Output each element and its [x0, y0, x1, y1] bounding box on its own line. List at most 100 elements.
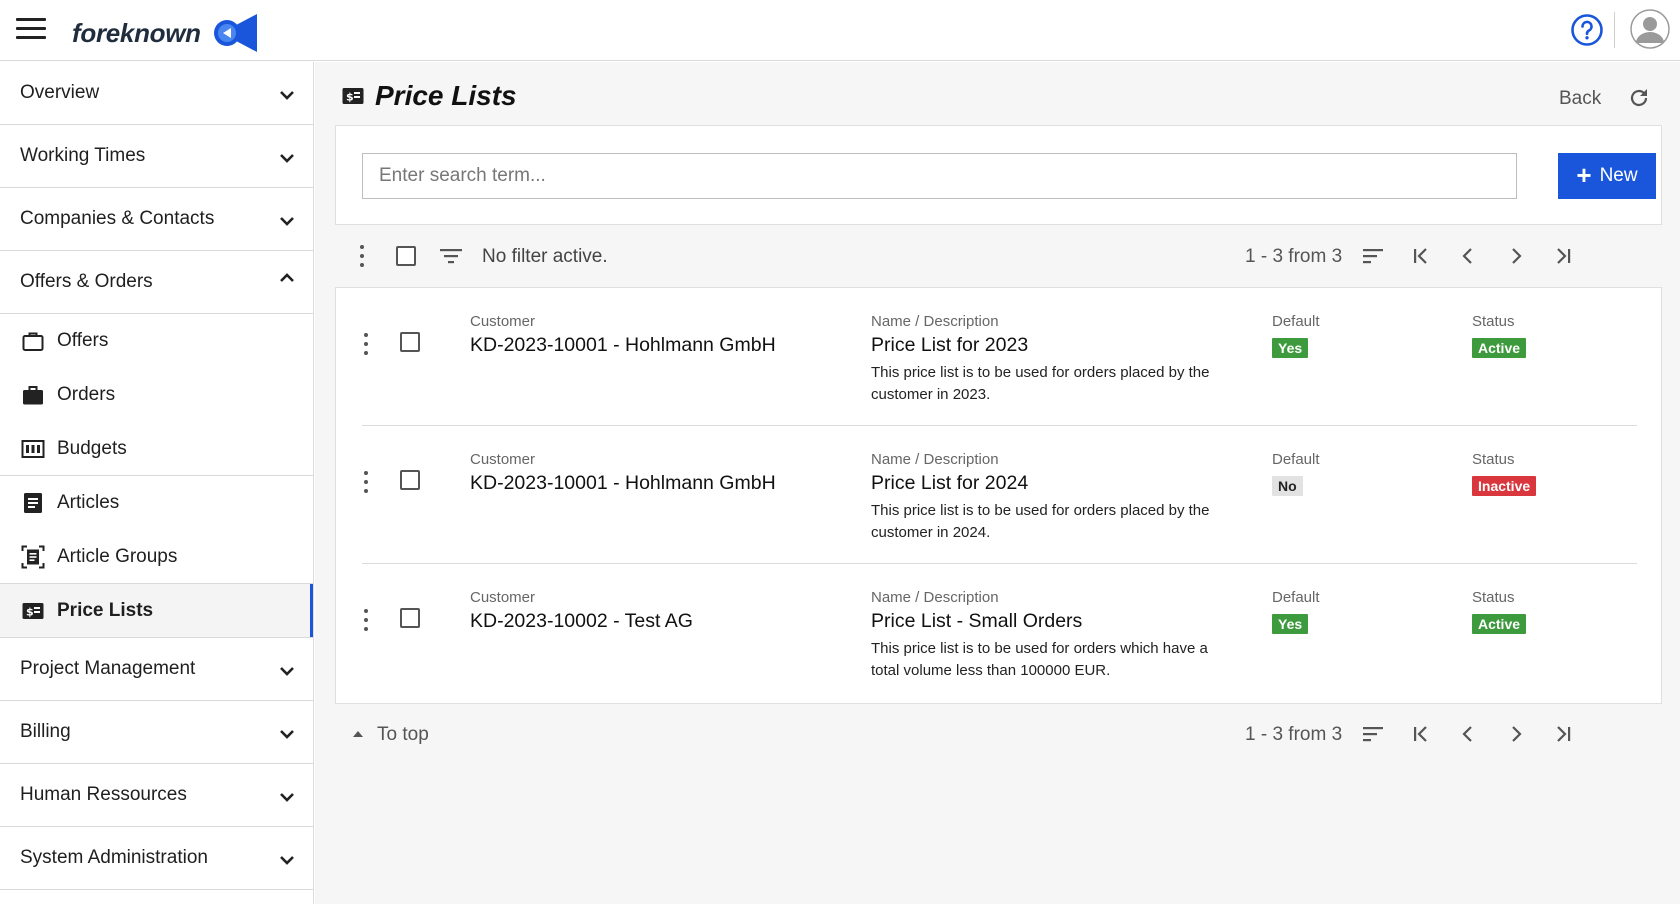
name-cell: Name / Description Price List for 2023 T…: [871, 313, 1231, 406]
sidebar-group-label: Billing: [20, 721, 71, 742]
first-page-icon[interactable]: [1409, 722, 1433, 746]
customer-value[interactable]: KD-2023-10002 - Test AG: [470, 610, 693, 633]
row-menu-icon[interactable]: [362, 609, 370, 631]
status-cell: Status Active: [1472, 313, 1527, 358]
column-label: Default: [1272, 451, 1320, 468]
brand[interactable]: foreknown: [72, 14, 259, 52]
user-avatar-icon[interactable]: [1630, 9, 1670, 49]
customer-value[interactable]: KD-2023-10001 - Hohlmann GmbH: [470, 334, 776, 357]
plus-icon: +: [1576, 160, 1592, 190]
column-label: Customer: [470, 313, 536, 330]
chevron-down-icon: [280, 154, 294, 163]
sidebar-group-label: System Administration: [20, 847, 208, 868]
status-cell: Status Inactive: [1472, 451, 1537, 496]
sidebar-group-offers-orders[interactable]: Offers & Orders: [0, 251, 313, 314]
status-badge: Inactive: [1472, 476, 1537, 496]
name-cell: Name / Description Price List for 2024 T…: [871, 451, 1231, 544]
sidebar-item-label: Orders: [57, 384, 116, 405]
default-cell: Default No: [1272, 451, 1320, 496]
chevron-down-icon: [280, 856, 294, 865]
sidebar-group-label: Offers & Orders: [20, 271, 153, 292]
chevron-down-icon: [280, 91, 294, 100]
last-page-icon[interactable]: [1551, 244, 1575, 268]
sidebar-group-project-management[interactable]: Project Management: [0, 638, 313, 701]
briefcase-outline-icon: [22, 332, 44, 351]
sidebar: Overview Working Times Companies & Conta…: [0, 62, 314, 904]
row-checkbox[interactable]: [400, 470, 420, 490]
sidebar-group-system-administration[interactable]: System Administration: [0, 827, 313, 890]
sidebar-item-article-groups[interactable]: Article Groups: [0, 530, 313, 584]
chevron-down-icon: [280, 217, 294, 226]
back-button[interactable]: Back: [1559, 88, 1601, 110]
name-cell: Name / Description Price List - Small Or…: [871, 589, 1231, 682]
column-label: Status: [1472, 589, 1515, 606]
menu-icon[interactable]: [16, 18, 46, 42]
sidebar-group-label: Overview: [20, 82, 100, 103]
status-cell: Status Active: [1472, 589, 1527, 634]
page-title: Price Lists: [375, 80, 517, 111]
more-vert-icon[interactable]: [358, 245, 366, 267]
sidebar-item-label: Price Lists: [57, 600, 154, 621]
to-top-label: To top: [377, 724, 429, 745]
default-badge: No: [1272, 476, 1303, 496]
next-page-icon[interactable]: [1504, 244, 1528, 268]
price-list-name[interactable]: Price List for 2024: [871, 472, 1231, 495]
sidebar-item-price-lists[interactable]: $ Price Lists: [0, 584, 313, 638]
status-badge: Active: [1472, 614, 1527, 634]
next-page-icon[interactable]: [1504, 722, 1528, 746]
sidebar-item-orders[interactable]: Orders: [0, 368, 313, 422]
row-menu-icon[interactable]: [362, 333, 370, 355]
pager-count: 1 - 3 from 3: [1245, 246, 1343, 267]
default-cell: Default Yes: [1272, 313, 1320, 358]
sidebar-item-label: Offers: [57, 330, 109, 351]
last-page-icon[interactable]: [1551, 722, 1575, 746]
sort-icon[interactable]: [1361, 722, 1385, 746]
customer-cell: Customer KD-2023-10002 - Test AG: [470, 589, 693, 633]
sidebar-group-billing[interactable]: Billing: [0, 701, 313, 764]
sidebar-group-label: Project Management: [20, 658, 196, 679]
column-label: Default: [1272, 313, 1320, 330]
row-checkbox[interactable]: [400, 332, 420, 352]
refresh-icon[interactable]: [1627, 86, 1651, 110]
column-label: Status: [1472, 451, 1515, 468]
price-list-table: Customer KD-2023-10001 - Hohlmann GmbH N…: [335, 287, 1662, 704]
budget-icon: [21, 440, 45, 458]
price-list-name[interactable]: Price List - Small Orders: [871, 610, 1231, 633]
sort-icon[interactable]: [1361, 244, 1385, 268]
foreknown-logo-icon: [213, 14, 257, 52]
help-icon[interactable]: [1570, 13, 1604, 47]
sidebar-item-label: Articles: [57, 492, 120, 513]
sidebar-item-articles[interactable]: Articles: [0, 476, 313, 530]
sidebar-group-working-times[interactable]: Working Times: [0, 125, 313, 188]
table-row[interactable]: Customer KD-2023-10001 - Hohlmann GmbH N…: [362, 288, 1637, 426]
sidebar-group-label: Companies & Contacts: [20, 208, 215, 229]
row-menu-icon[interactable]: [362, 471, 370, 493]
price-list-name[interactable]: Price List for 2023: [871, 334, 1231, 357]
chevron-up-icon: [280, 273, 294, 282]
filter-icon[interactable]: [439, 246, 463, 266]
search-input[interactable]: [362, 153, 1517, 199]
column-label: Name / Description: [871, 313, 999, 330]
article-icon: [24, 493, 42, 513]
customer-value[interactable]: KD-2023-10001 - Hohlmann GmbH: [470, 472, 776, 495]
price-list-description: This price list is to be used for orders…: [871, 364, 1210, 403]
sidebar-item-budgets[interactable]: Budgets: [0, 422, 313, 476]
sidebar-item-offers[interactable]: Offers: [0, 314, 313, 368]
previous-page-icon[interactable]: [1456, 722, 1480, 746]
row-checkbox[interactable]: [400, 608, 420, 628]
new-button[interactable]: + New: [1558, 153, 1656, 199]
sidebar-group-companies-contacts[interactable]: Companies & Contacts: [0, 188, 313, 251]
first-page-icon[interactable]: [1409, 244, 1433, 268]
search-panel: + New: [335, 125, 1662, 225]
sidebar-group-human-ressources[interactable]: Human Ressources: [0, 764, 313, 827]
table-row[interactable]: Customer KD-2023-10001 - Hohlmann GmbH N…: [362, 426, 1637, 564]
table-row[interactable]: Customer KD-2023-10002 - Test AG Name / …: [362, 564, 1637, 702]
select-all-checkbox[interactable]: [396, 246, 416, 266]
default-badge: Yes: [1272, 614, 1309, 634]
to-top-button[interactable]: To top: [353, 724, 429, 746]
svg-text:$: $: [346, 91, 354, 104]
sidebar-group-overview[interactable]: Overview: [0, 62, 313, 125]
sidebar-group-label: Human Ressources: [20, 784, 187, 805]
customer-cell: Customer KD-2023-10001 - Hohlmann GmbH: [470, 313, 776, 357]
previous-page-icon[interactable]: [1456, 244, 1480, 268]
